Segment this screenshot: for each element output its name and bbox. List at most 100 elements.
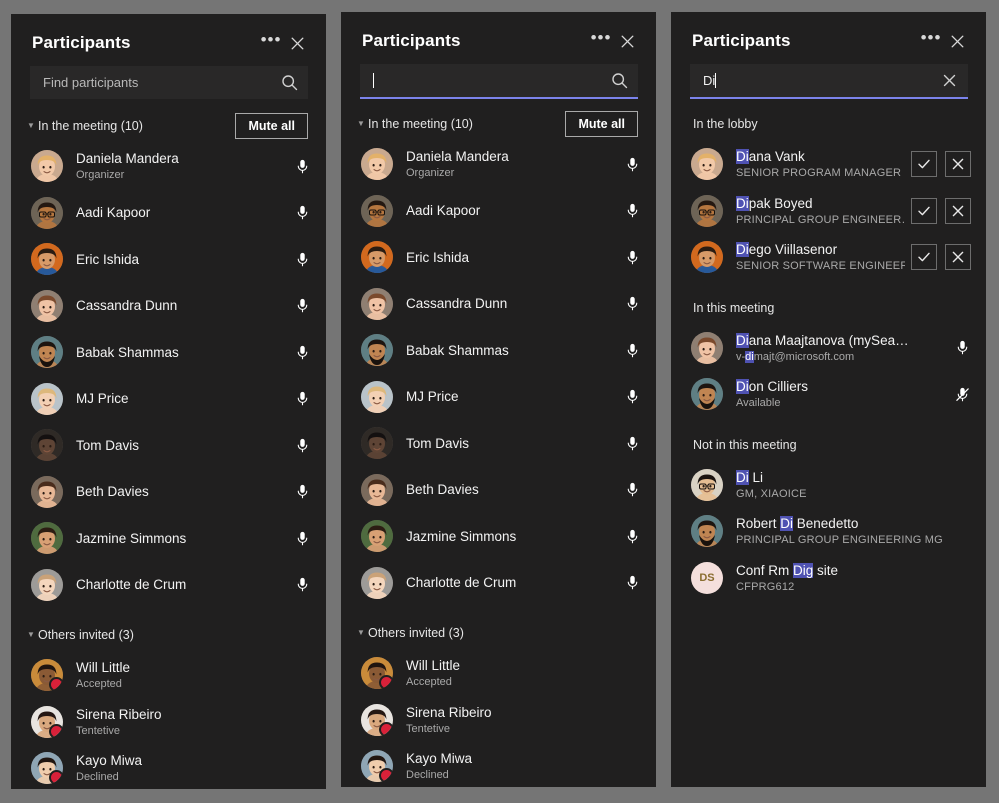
participant-row[interactable]: Will Little Accepted	[341, 650, 656, 697]
microphone-icon[interactable]	[624, 528, 641, 545]
close-icon[interactable]	[614, 28, 640, 54]
microphone-icon[interactable]	[624, 574, 641, 591]
participant-name: MJ Price	[76, 391, 129, 407]
chevron-down-icon[interactable]: ▼	[24, 631, 38, 639]
participant-row[interactable]: Cassandra Dunn	[11, 283, 326, 330]
participant-row[interactable]: DS Conf Rm Dig site CFPRG612	[671, 555, 986, 602]
avatar	[361, 566, 393, 599]
participant-row[interactable]: Eric Ishida	[11, 236, 326, 283]
participant-name: Beth Davies	[406, 482, 479, 498]
more-options-icon[interactable]: •••	[588, 28, 614, 54]
row-actions	[624, 202, 641, 219]
deny-button[interactable]	[945, 151, 971, 178]
avatar	[361, 194, 393, 227]
presence-badge	[379, 675, 393, 690]
participant-meta: Jazmine Simmons	[406, 528, 618, 545]
participant-row[interactable]: MJ Price	[11, 376, 326, 423]
microphone-icon[interactable]	[294, 204, 311, 221]
admit-button[interactable]	[911, 151, 937, 178]
mute-all-button[interactable]: Mute all	[565, 111, 638, 137]
microphone-icon[interactable]	[294, 251, 311, 268]
search-input[interactable]: Find participants	[30, 66, 308, 99]
chevron-down-icon[interactable]: ▼	[354, 120, 368, 128]
section-label: In the meeting (10)	[38, 119, 143, 133]
participant-row[interactable]: Kayo Miwa Declined	[341, 743, 656, 787]
participant-row[interactable]: Daniela Mandera Organizer	[341, 141, 656, 188]
participant-row[interactable]: Diego Viillasenor SENIOR SOFTWARE ENGINEE…	[671, 234, 986, 281]
admit-button[interactable]	[911, 244, 937, 271]
participant-row[interactable]: Kayo Miwa Declined	[11, 745, 326, 789]
search-input[interactable]: Di	[690, 64, 968, 99]
microphone-muted-icon[interactable]	[954, 386, 971, 403]
participant-row[interactable]: Daniela Mandera Organizer	[11, 143, 326, 190]
participant-row[interactable]: Beth Davies	[11, 469, 326, 516]
microphone-icon[interactable]	[294, 483, 311, 500]
participant-row[interactable]: Tom Davis	[341, 420, 656, 467]
microphone-icon[interactable]	[294, 576, 311, 593]
admit-button[interactable]	[911, 197, 937, 224]
participant-row[interactable]: Dion Cilliers Available	[671, 371, 986, 418]
chevron-down-icon[interactable]: ▼	[354, 629, 368, 637]
mute-all-button[interactable]: Mute all	[235, 113, 308, 139]
microphone-icon[interactable]	[294, 437, 311, 454]
row-actions	[294, 158, 311, 175]
participant-row[interactable]: Will Little Accepted	[11, 652, 326, 699]
chevron-down-icon[interactable]: ▼	[24, 122, 38, 130]
close-icon[interactable]	[284, 30, 310, 56]
search-icon[interactable]	[611, 72, 628, 89]
avatar	[361, 148, 393, 181]
deny-button[interactable]	[945, 197, 971, 224]
microphone-icon[interactable]	[954, 339, 971, 356]
microphone-icon[interactable]	[624, 388, 641, 405]
participant-subtitle: Tentetive	[406, 722, 451, 735]
participant-row[interactable]: Jazmine Simmons	[11, 515, 326, 562]
search-input[interactable]	[360, 64, 638, 99]
microphone-icon[interactable]	[294, 530, 311, 547]
participant-row[interactable]: Charlotte de Crum	[341, 560, 656, 607]
row-actions	[624, 342, 641, 359]
microphone-icon[interactable]	[294, 297, 311, 314]
participant-row[interactable]: Charlotte de Crum	[11, 562, 326, 609]
participant-name: Jazmine Simmons	[406, 528, 517, 544]
deny-button[interactable]	[945, 244, 971, 271]
participant-row[interactable]: Aadi Kapoor	[11, 190, 326, 237]
participant-row[interactable]: Diana Vank SENIOR PROGRAM MANAGER	[671, 141, 986, 188]
close-icon[interactable]	[944, 28, 970, 54]
participant-row[interactable]: Eric Ishida	[341, 234, 656, 281]
participant-row[interactable]: Tom Davis	[11, 422, 326, 469]
microphone-icon[interactable]	[624, 156, 641, 173]
microphone-icon[interactable]	[624, 481, 641, 498]
participant-row[interactable]: Babak Shammas	[11, 329, 326, 376]
participant-row[interactable]: Dipak Boyed PRINCIPAL GROUP ENGINEER…	[671, 188, 986, 235]
participant-row[interactable]: Beth Davies	[341, 467, 656, 514]
microphone-icon[interactable]	[294, 344, 311, 361]
participant-row[interactable]: Jazmine Simmons	[341, 513, 656, 560]
microphone-icon[interactable]	[294, 158, 311, 175]
participant-name: Aadi Kapoor	[406, 203, 481, 219]
avatar	[691, 515, 723, 548]
participant-row[interactable]: Cassandra Dunn	[341, 281, 656, 328]
participant-row[interactable]: Aadi Kapoor	[341, 188, 656, 235]
clear-icon[interactable]	[941, 72, 958, 89]
microphone-icon[interactable]	[624, 202, 641, 219]
participant-row[interactable]: Di Li GM, XIAOICE	[671, 462, 986, 509]
participant-row[interactable]: Sirena Ribeiro Tentetive	[11, 699, 326, 746]
microphone-icon[interactable]	[624, 342, 641, 359]
participant-name: Will Little	[76, 660, 131, 676]
participant-row[interactable]: Diana Maajtanova (mySea… v-dimajt@microso…	[671, 325, 986, 372]
participant-subtitle: SENIOR SOFTWARE ENGINEER	[736, 260, 905, 273]
more-options-icon[interactable]: •••	[258, 30, 284, 56]
participant-row[interactable]: Robert Di Benedetto PRINCIPAL GROUP ENGIN…	[671, 508, 986, 555]
microphone-icon[interactable]	[624, 249, 641, 266]
microphone-icon[interactable]	[294, 390, 311, 407]
participant-meta: MJ Price	[76, 390, 288, 407]
participant-row[interactable]: Babak Shammas	[341, 327, 656, 374]
microphone-icon[interactable]	[624, 435, 641, 452]
participant-row[interactable]: Sirena Ribeiro Tentetive	[341, 697, 656, 744]
microphone-icon[interactable]	[624, 295, 641, 312]
avatar	[691, 194, 723, 227]
search-icon[interactable]	[281, 74, 298, 91]
participant-row[interactable]: MJ Price	[341, 374, 656, 421]
more-options-icon[interactable]: •••	[918, 28, 944, 54]
avatar	[31, 243, 63, 276]
